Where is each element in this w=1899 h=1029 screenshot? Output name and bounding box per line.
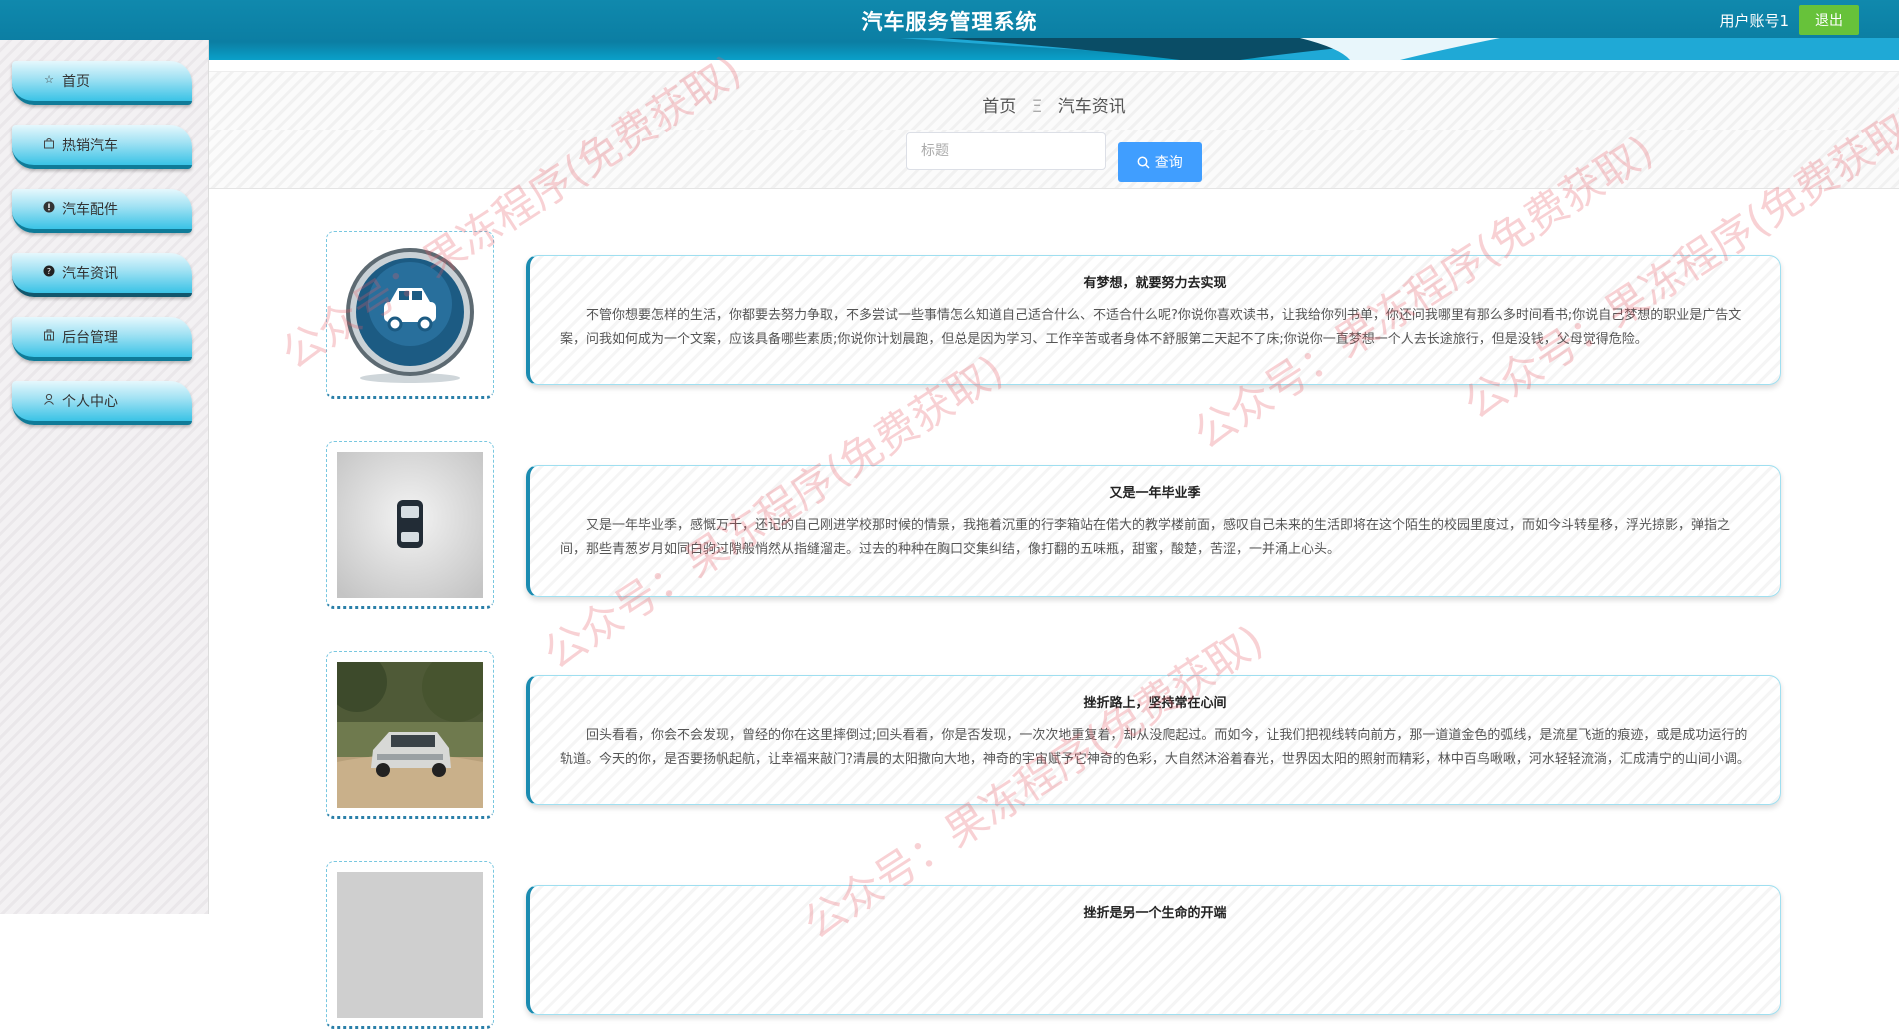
article-title: 又是一年毕业季 — [1109, 486, 1201, 501]
article-title: 挫折是另一个生命的开端 — [1083, 906, 1227, 921]
breadcrumb-bar: 首页 Ξ 汽车资讯 — [209, 71, 1899, 131]
logout-button[interactable]: 退出 — [1799, 5, 1859, 35]
sidebar: ☆ 首页 热销汽车 汽车配件 ? 汽车资讯 后台管理 个人中心 — [0, 40, 209, 914]
article-content: 回头看看，你会不会发现，曾经的你在这里摔倒过;回头看看，你是否发现，一次次地重复… — [560, 728, 1750, 767]
article-card[interactable]: 挫折路上，坚持常在心间 回头看看，你会不会发现，曾经的你在这里摔倒过;回头看看，… — [526, 675, 1781, 805]
sidebar-item-car-news[interactable]: ? 汽车资讯 — [12, 253, 192, 297]
sidebar-item-profile[interactable]: 个人中心 — [12, 381, 192, 425]
app-title: 汽车服务管理系统 — [861, 10, 1038, 34]
search-button-label: 查询 — [1154, 155, 1183, 171]
article-thumbnail[interactable] — [326, 651, 494, 819]
question-icon: ? — [42, 265, 56, 279]
sidebar-item-car-parts[interactable]: 汽车配件 — [12, 189, 192, 233]
search-button[interactable]: 查询 — [1118, 142, 1202, 182]
breadcrumb-separator: Ξ — [1031, 97, 1043, 117]
article-thumbnail[interactable] — [326, 861, 494, 1029]
bag-icon — [42, 137, 56, 151]
sidebar-item-label: 个人中心 — [62, 394, 118, 410]
title-search-input[interactable] — [906, 132, 1106, 170]
sidebar-item-label: 汽车资讯 — [62, 266, 118, 282]
article-content: 不管你想要怎样的生活，你都要去努力争取，不多尝试一些事情怎么知道自己适合什么、不… — [560, 308, 1742, 347]
star-icon: ☆ — [44, 73, 54, 86]
top-header: 汽车服务管理系统 用户账号1 退出 — [0, 0, 1899, 60]
breadcrumb: 首页 Ξ 汽车资讯 — [209, 92, 1899, 117]
article-card[interactable]: 有梦想，就要努力去实现 不管你想要怎样的生活，你都要去努力争取，不多尝试一些事情… — [526, 255, 1781, 385]
user-icon — [42, 393, 56, 407]
sidebar-item-label: 首页 — [62, 74, 90, 90]
article-card[interactable]: 挫折是另一个生命的开端 — [526, 885, 1781, 1015]
suv-photo — [337, 662, 483, 808]
svg-text:?: ? — [47, 267, 51, 276]
sidebar-item-home[interactable]: ☆ 首页 — [12, 61, 192, 105]
article-content: 又是一年毕业季，感慨万千，还记的自己刚进学校那时候的情景，我拖着沉重的行李箱站在… — [560, 518, 1731, 557]
header-swoosh-decoration — [900, 38, 1899, 60]
sidebar-item-hot-cars[interactable]: 热销汽车 — [12, 125, 192, 169]
car-top-view-icon — [337, 452, 483, 598]
sidebar-item-label: 汽车配件 — [62, 202, 118, 218]
building-icon — [42, 329, 56, 343]
gray-photo — [337, 872, 483, 1018]
sidebar-item-label: 热销汽车 — [62, 138, 118, 154]
breadcrumb-current: 汽车资讯 — [1057, 97, 1126, 117]
car-button-icon — [337, 242, 483, 388]
info-icon — [42, 201, 56, 215]
user-account-label: 用户账号1 — [1719, 12, 1789, 30]
sidebar-item-label: 后台管理 — [62, 330, 118, 346]
search-icon — [1137, 155, 1154, 171]
article-thumbnail[interactable] — [326, 231, 494, 399]
sidebar-item-admin[interactable]: 后台管理 — [12, 317, 192, 361]
article-title: 有梦想，就要努力去实现 — [1083, 276, 1227, 291]
article-title: 挫折路上，坚持常在心间 — [1083, 696, 1227, 711]
article-card[interactable]: 又是一年毕业季 又是一年毕业季，感慨万千，还记的自己刚进学校那时候的情景，我拖着… — [526, 465, 1781, 597]
article-thumbnail[interactable] — [326, 441, 494, 609]
search-bar: 查询 — [209, 130, 1899, 189]
breadcrumb-home-link[interactable]: 首页 — [982, 97, 1016, 117]
